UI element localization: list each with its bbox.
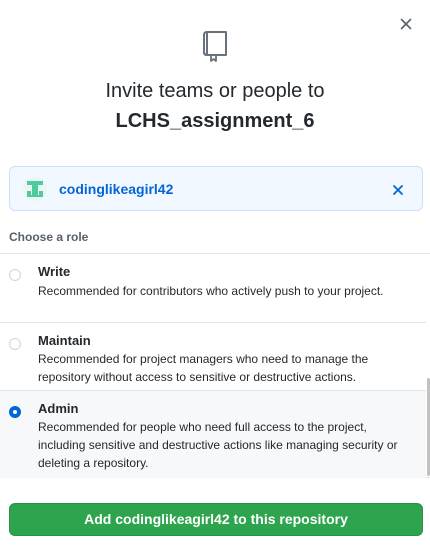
role-title: Write bbox=[38, 264, 71, 279]
role-heading: Choose a role bbox=[9, 230, 89, 244]
role-list-scrollbar[interactable] bbox=[426, 253, 430, 478]
radio-maintain[interactable] bbox=[9, 338, 21, 350]
avatar bbox=[23, 177, 47, 201]
dialog-title: Invite teams or people to bbox=[105, 80, 325, 102]
x-icon bbox=[393, 185, 403, 195]
role-title: Admin bbox=[38, 401, 79, 416]
radio-admin[interactable] bbox=[9, 406, 21, 418]
add-collaborator-button[interactable]: Add codinglikeagirl42 to this repository bbox=[9, 503, 423, 536]
selected-username: codinglikeagirl42 bbox=[59, 181, 174, 197]
role-option-maintain[interactable]: Maintain Recommended for project manager… bbox=[0, 323, 426, 391]
role-title: Maintain bbox=[38, 333, 91, 348]
role-description: Recommended for contributors who activel… bbox=[38, 284, 384, 298]
role-description: Recommended for project managers who nee… bbox=[38, 352, 369, 384]
role-option-admin[interactable]: Admin Recommended for people who need fu… bbox=[0, 391, 426, 478]
remove-user-button[interactable] bbox=[392, 183, 404, 195]
selected-user-chip: codinglikeagirl42 bbox=[9, 166, 423, 211]
close-dialog-button[interactable] bbox=[398, 16, 414, 32]
role-option-write[interactable]: Write Recommended for contributors who a… bbox=[0, 254, 426, 323]
role-description: Recommended for people who need full acc… bbox=[38, 420, 398, 470]
repo-icon bbox=[203, 30, 229, 62]
role-list: Write Recommended for contributors who a… bbox=[0, 253, 430, 478]
radio-write[interactable] bbox=[9, 269, 21, 281]
repository-name: LCHS_assignment_6 bbox=[115, 110, 315, 132]
x-icon bbox=[400, 18, 412, 30]
